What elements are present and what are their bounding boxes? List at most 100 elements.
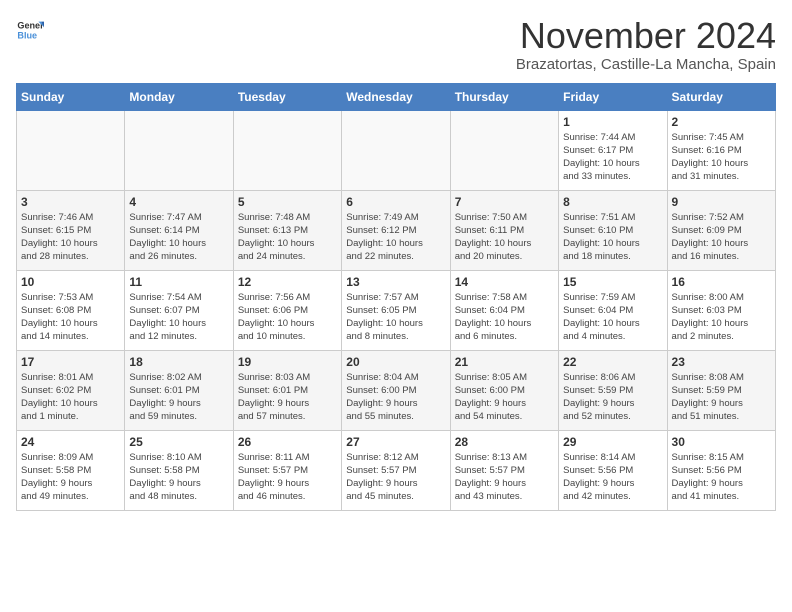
weekday-header-wednesday: Wednesday [342, 83, 450, 110]
day-info: Sunrise: 8:05 AM Sunset: 6:00 PM Dayligh… [455, 371, 554, 424]
day-cell: 7 Sunrise: 7:50 AM Sunset: 6:11 PM Daylig… [450, 190, 558, 270]
day-number: 8 [563, 195, 662, 209]
logo-icon: General Blue [16, 16, 44, 44]
weekday-header-friday: Friday [559, 83, 667, 110]
week-row-1: 1 Sunrise: 7:44 AM Sunset: 6:17 PM Daylig… [17, 110, 776, 190]
weekday-header-row: SundayMondayTuesdayWednesdayThursdayFrid… [17, 83, 776, 110]
day-number: 5 [238, 195, 337, 209]
day-cell: 28 Sunrise: 8:13 AM Sunset: 5:57 PM Dayli… [450, 430, 558, 510]
weekday-header-saturday: Saturday [667, 83, 775, 110]
day-cell: 15 Sunrise: 7:59 AM Sunset: 6:04 PM Dayli… [559, 270, 667, 350]
day-number: 25 [129, 435, 228, 449]
day-number: 24 [21, 435, 120, 449]
day-info: Sunrise: 7:53 AM Sunset: 6:08 PM Dayligh… [21, 291, 120, 344]
day-info: Sunrise: 7:47 AM Sunset: 6:14 PM Dayligh… [129, 211, 228, 264]
calendar-header: SundayMondayTuesdayWednesdayThursdayFrid… [17, 83, 776, 110]
day-number: 11 [129, 275, 228, 289]
day-cell: 22 Sunrise: 8:06 AM Sunset: 5:59 PM Dayli… [559, 350, 667, 430]
day-number: 18 [129, 355, 228, 369]
day-number: 15 [563, 275, 662, 289]
calendar-body: 1 Sunrise: 7:44 AM Sunset: 6:17 PM Daylig… [17, 110, 776, 510]
day-number: 12 [238, 275, 337, 289]
day-info: Sunrise: 8:03 AM Sunset: 6:01 PM Dayligh… [238, 371, 337, 424]
weekday-header-sunday: Sunday [17, 83, 125, 110]
day-info: Sunrise: 8:13 AM Sunset: 5:57 PM Dayligh… [455, 451, 554, 504]
day-number: 21 [455, 355, 554, 369]
day-number: 28 [455, 435, 554, 449]
day-info: Sunrise: 7:44 AM Sunset: 6:17 PM Dayligh… [563, 131, 662, 184]
day-number: 17 [21, 355, 120, 369]
day-cell: 18 Sunrise: 8:02 AM Sunset: 6:01 PM Dayli… [125, 350, 233, 430]
day-number: 23 [672, 355, 771, 369]
day-info: Sunrise: 8:15 AM Sunset: 5:56 PM Dayligh… [672, 451, 771, 504]
day-number: 9 [672, 195, 771, 209]
day-cell [342, 110, 450, 190]
day-number: 7 [455, 195, 554, 209]
day-number: 13 [346, 275, 445, 289]
day-number: 3 [21, 195, 120, 209]
day-info: Sunrise: 8:12 AM Sunset: 5:57 PM Dayligh… [346, 451, 445, 504]
day-info: Sunrise: 7:50 AM Sunset: 6:11 PM Dayligh… [455, 211, 554, 264]
svg-text:Blue: Blue [17, 30, 37, 40]
day-cell [450, 110, 558, 190]
logo: General Blue [16, 16, 44, 44]
day-cell: 16Sunrise: 8:00 AM Sunset: 6:03 PM Dayli… [667, 270, 775, 350]
weekday-header-thursday: Thursday [450, 83, 558, 110]
week-row-2: 3 Sunrise: 7:46 AM Sunset: 6:15 PM Daylig… [17, 190, 776, 270]
day-cell: 11Sunrise: 7:54 AM Sunset: 6:07 PM Dayli… [125, 270, 233, 350]
day-info: Sunrise: 7:57 AM Sunset: 6:05 PM Dayligh… [346, 291, 445, 344]
day-info: Sunrise: 7:45 AM Sunset: 6:16 PM Dayligh… [672, 131, 771, 184]
day-cell: 10Sunrise: 7:53 AM Sunset: 6:08 PM Dayli… [17, 270, 125, 350]
day-number: 27 [346, 435, 445, 449]
day-info: Sunrise: 8:09 AM Sunset: 5:58 PM Dayligh… [21, 451, 120, 504]
day-cell: 20 Sunrise: 8:04 AM Sunset: 6:00 PM Dayli… [342, 350, 450, 430]
day-info: Sunrise: 8:06 AM Sunset: 5:59 PM Dayligh… [563, 371, 662, 424]
day-cell: 19 Sunrise: 8:03 AM Sunset: 6:01 PM Dayli… [233, 350, 341, 430]
week-row-5: 24 Sunrise: 8:09 AM Sunset: 5:58 PM Dayli… [17, 430, 776, 510]
title-block: November 2024 Brazatortas, Castille-La M… [516, 16, 776, 73]
day-number: 6 [346, 195, 445, 209]
calendar-table: SundayMondayTuesdayWednesdayThursdayFrid… [16, 83, 776, 511]
weekday-header-tuesday: Tuesday [233, 83, 341, 110]
day-cell: 30 Sunrise: 8:15 AM Sunset: 5:56 PM Dayli… [667, 430, 775, 510]
day-number: 26 [238, 435, 337, 449]
day-info: Sunrise: 7:58 AM Sunset: 6:04 PM Dayligh… [455, 291, 554, 344]
day-number: 29 [563, 435, 662, 449]
day-info: Sunrise: 7:46 AM Sunset: 6:15 PM Dayligh… [21, 211, 120, 264]
day-number: 30 [672, 435, 771, 449]
day-info: Sunrise: 8:14 AM Sunset: 5:56 PM Dayligh… [563, 451, 662, 504]
day-number: 1 [563, 115, 662, 129]
day-cell: 24 Sunrise: 8:09 AM Sunset: 5:58 PM Dayli… [17, 430, 125, 510]
day-cell [125, 110, 233, 190]
day-info: Sunrise: 7:56 AM Sunset: 6:06 PM Dayligh… [238, 291, 337, 344]
day-cell: 12 Sunrise: 7:56 AM Sunset: 6:06 PM Dayli… [233, 270, 341, 350]
day-info: Sunrise: 8:11 AM Sunset: 5:57 PM Dayligh… [238, 451, 337, 504]
day-cell: 4Sunrise: 7:47 AM Sunset: 6:14 PM Daylig… [125, 190, 233, 270]
day-info: Sunrise: 8:00 AM Sunset: 6:03 PM Dayligh… [672, 291, 771, 344]
day-cell: 29 Sunrise: 8:14 AM Sunset: 5:56 PM Dayli… [559, 430, 667, 510]
day-info: Sunrise: 7:59 AM Sunset: 6:04 PM Dayligh… [563, 291, 662, 344]
day-cell: 27 Sunrise: 8:12 AM Sunset: 5:57 PM Dayli… [342, 430, 450, 510]
day-cell: 21 Sunrise: 8:05 AM Sunset: 6:00 PM Dayli… [450, 350, 558, 430]
day-info: Sunrise: 8:01 AM Sunset: 6:02 PM Dayligh… [21, 371, 120, 424]
day-info: Sunrise: 7:49 AM Sunset: 6:12 PM Dayligh… [346, 211, 445, 264]
day-cell: 17 Sunrise: 8:01 AM Sunset: 6:02 PM Dayli… [17, 350, 125, 430]
day-cell: 5Sunrise: 7:48 AM Sunset: 6:13 PM Daylig… [233, 190, 341, 270]
day-cell: 26 Sunrise: 8:11 AM Sunset: 5:57 PM Dayli… [233, 430, 341, 510]
day-number: 20 [346, 355, 445, 369]
day-number: 2 [672, 115, 771, 129]
day-number: 19 [238, 355, 337, 369]
week-row-3: 10Sunrise: 7:53 AM Sunset: 6:08 PM Dayli… [17, 270, 776, 350]
day-number: 22 [563, 355, 662, 369]
day-cell: 2 Sunrise: 7:45 AM Sunset: 6:16 PM Daylig… [667, 110, 775, 190]
day-cell: 6 Sunrise: 7:49 AM Sunset: 6:12 PM Daylig… [342, 190, 450, 270]
day-info: Sunrise: 8:02 AM Sunset: 6:01 PM Dayligh… [129, 371, 228, 424]
month-title: November 2024 [516, 16, 776, 56]
day-info: Sunrise: 7:51 AM Sunset: 6:10 PM Dayligh… [563, 211, 662, 264]
week-row-4: 17 Sunrise: 8:01 AM Sunset: 6:02 PM Dayli… [17, 350, 776, 430]
day-cell: 9Sunrise: 7:52 AM Sunset: 6:09 PM Daylig… [667, 190, 775, 270]
day-info: Sunrise: 8:10 AM Sunset: 5:58 PM Dayligh… [129, 451, 228, 504]
day-cell [17, 110, 125, 190]
day-info: Sunrise: 8:04 AM Sunset: 6:00 PM Dayligh… [346, 371, 445, 424]
day-cell: 23Sunrise: 8:08 AM Sunset: 5:59 PM Dayli… [667, 350, 775, 430]
